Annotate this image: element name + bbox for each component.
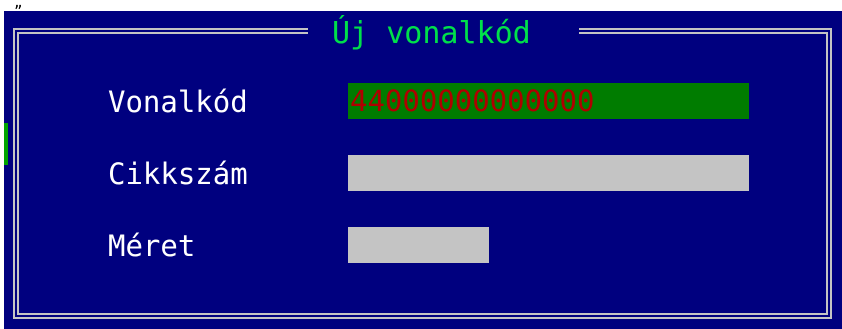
terminal-screen: „ Új vonalkód Vonalkód 44000000000000 Ci… — [0, 0, 842, 329]
dialog-title: Új vonalkód — [314, 16, 549, 51]
side-marker — [4, 123, 8, 165]
article-number-field[interactable] — [348, 155, 749, 191]
article-number-label: Cikkszám — [108, 157, 248, 191]
size-label: Méret — [108, 229, 196, 263]
top-text-fragment: „ — [14, 0, 23, 11]
barcode-field[interactable]: 44000000000000 — [348, 83, 749, 119]
size-field[interactable] — [348, 227, 489, 263]
barcode-label: Vonalkód — [108, 85, 248, 119]
top-strip: „ — [0, 0, 842, 11]
new-barcode-dialog: Új vonalkód Vonalkód 44000000000000 Cikk… — [4, 11, 842, 329]
